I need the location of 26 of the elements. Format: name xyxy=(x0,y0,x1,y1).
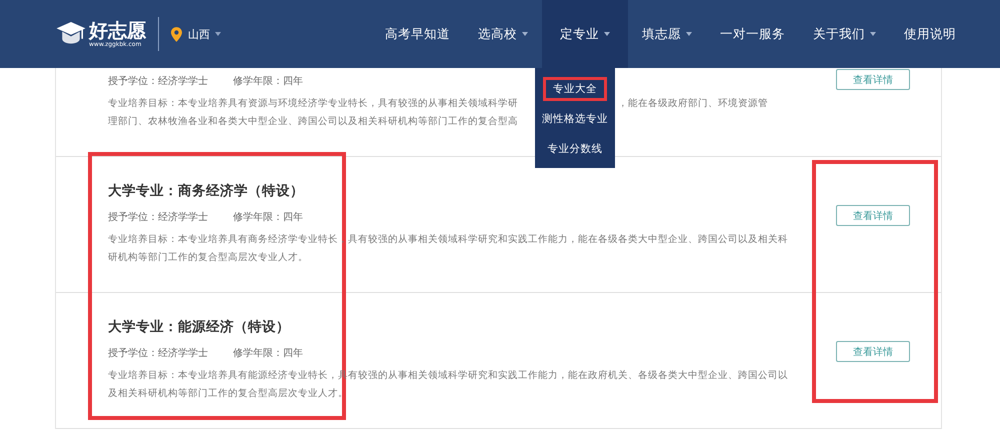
nav-tab[interactable]: 高考早知道 xyxy=(371,0,464,68)
location-selector[interactable]: 山西 xyxy=(188,26,210,42)
training-goal-text: 专业培养目标：本专业培养具有资源与环境经济学专业特长，具有较强的从事相关领域科学研 xyxy=(108,97,519,111)
degree-text: 授予学位：经济学学士 xyxy=(108,74,209,88)
duration-text: 修学年限：四年 xyxy=(233,75,303,88)
nav-tab[interactable]: 一对一服务 xyxy=(706,0,799,68)
nav-tab[interactable]: 选高校 xyxy=(464,0,542,68)
location-pin-icon xyxy=(171,26,182,42)
menu-item[interactable]: 专业分数线 xyxy=(535,134,615,164)
duration-text: 修学年限：四年 xyxy=(233,347,303,360)
duration-text: 修学年限：四年 xyxy=(233,211,303,224)
menu-item[interactable]: 专业大全 xyxy=(540,74,610,104)
training-goal-text: 理部门、农林牧渔各业和各类大中型企业、跨国公司以及相关科研机构等部门工作的复合型高 xyxy=(108,115,519,129)
nav-tab[interactable]: 定专业 xyxy=(542,0,628,68)
major-title: 大学专业：能源经济（特设） xyxy=(108,318,291,336)
caret-icon xyxy=(215,32,221,36)
degree-text: 授予学位：经济学学士 xyxy=(108,346,209,360)
nav-tab[interactable]: 填志愿 xyxy=(628,0,706,68)
training-goal-text: ，能在各级政府部门、环境资源管 xyxy=(618,97,768,111)
nav-tab[interactable]: 使用说明 xyxy=(890,0,970,68)
training-goal-text: 专业培养目标：本专业培养具有商务经济学专业特长，具有较强的从事相关领域科学研究和实践工作能力，能在各级各类大中型企业、跨国公司以及相关科研机构等部门工作的复合型高层次专业人才。 xyxy=(108,233,788,265)
menu-item[interactable]: 测性格选专业 xyxy=(535,104,615,134)
nav-tab[interactable]: 关于我们 xyxy=(799,0,890,68)
degree-text: 授予学位：经济学学士 xyxy=(108,210,209,224)
logo-name[interactable]: 好志愿 xyxy=(89,20,146,40)
major-title: 大学专业：商务经济学（特设） xyxy=(108,182,305,200)
